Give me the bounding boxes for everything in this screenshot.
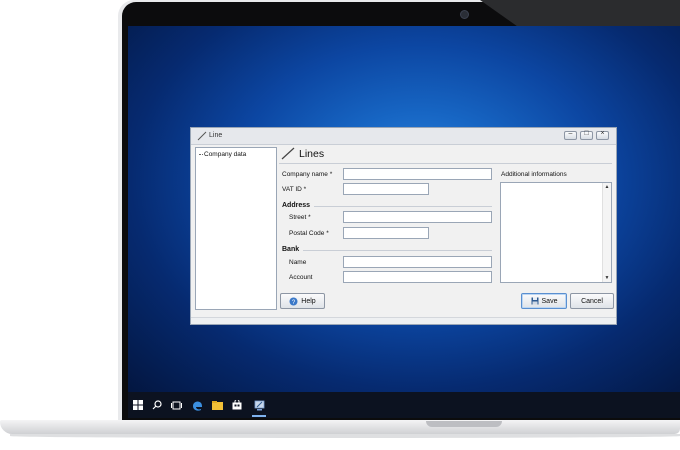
street-input[interactable] <box>343 211 492 223</box>
street-label: Street * <box>289 214 311 221</box>
floppy-disk-icon <box>531 297 539 305</box>
laptop-notch <box>426 421 502 427</box>
vat-id-input[interactable] <box>343 183 429 195</box>
cancel-button-label: Cancel <box>581 297 603 305</box>
cancel-button[interactable]: Cancel <box>570 293 614 309</box>
bank-name-label: Name <box>289 259 307 266</box>
postal-code-input[interactable] <box>343 227 429 239</box>
close-icon: × <box>600 130 605 137</box>
store-icon[interactable] <box>230 398 244 412</box>
minimize-button[interactable]: – <box>564 130 577 140</box>
task-view-icon[interactable] <box>169 398 183 412</box>
pen-icon <box>281 147 295 160</box>
maximize-button[interactable]: □ <box>580 130 593 140</box>
bank-section-title: Bank <box>282 246 300 253</box>
minimize-icon: – <box>568 130 573 137</box>
help-icon: ? <box>289 297 298 306</box>
textarea-scrollbar[interactable]: ▲ ▼ <box>602 183 611 282</box>
maximize-icon: □ <box>584 130 589 137</box>
additional-info-textarea[interactable]: ▲ ▼ <box>500 182 612 283</box>
search-icon[interactable] <box>150 398 164 412</box>
file-explorer-icon[interactable] <box>210 398 224 412</box>
additional-info-label: Additional informations <box>501 171 567 178</box>
window-title: Line <box>209 132 223 139</box>
vat-id-label: VAT ID * <box>282 186 307 193</box>
title-bar[interactable]: Line – □ × <box>191 128 616 145</box>
scroll-down-icon[interactable]: ▼ <box>603 275 611 281</box>
scroll-up-icon[interactable]: ▲ <box>603 184 611 190</box>
laptop-base <box>0 420 680 434</box>
navigation-tree[interactable]: Company data <box>195 147 277 310</box>
save-button-label: Save <box>541 297 558 305</box>
company-name-label: Company name * <box>282 171 333 178</box>
address-divider <box>314 206 492 207</box>
help-button-label: Help <box>301 297 316 305</box>
tree-connector <box>199 154 203 155</box>
laptop-shadow <box>10 434 680 438</box>
save-button[interactable]: Save <box>521 293 567 309</box>
account-input[interactable] <box>343 271 492 283</box>
active-app-indicator <box>252 415 266 417</box>
bank-name-input[interactable] <box>343 256 492 268</box>
pen-icon <box>197 131 207 141</box>
postal-code-label: Postal Code * <box>289 230 329 237</box>
help-button[interactable]: ? Help <box>280 293 325 309</box>
webcam-icon <box>460 10 469 19</box>
taskbar <box>128 392 680 418</box>
line-window: Line – □ × Company data Lines Company na… <box>190 127 617 325</box>
account-label: Account <box>289 274 313 281</box>
form-title: Lines <box>299 148 325 160</box>
address-section-title: Address <box>282 202 311 209</box>
close-button[interactable]: × <box>596 130 609 140</box>
status-bar <box>191 317 616 324</box>
company-name-input[interactable] <box>343 168 492 180</box>
tree-item-company-data[interactable]: Company data <box>204 151 246 158</box>
windows-start-icon[interactable] <box>131 398 145 412</box>
bank-divider <box>303 250 492 251</box>
header-divider <box>279 163 612 164</box>
app-icon[interactable] <box>252 398 266 412</box>
edge-browser-icon[interactable] <box>190 398 204 412</box>
